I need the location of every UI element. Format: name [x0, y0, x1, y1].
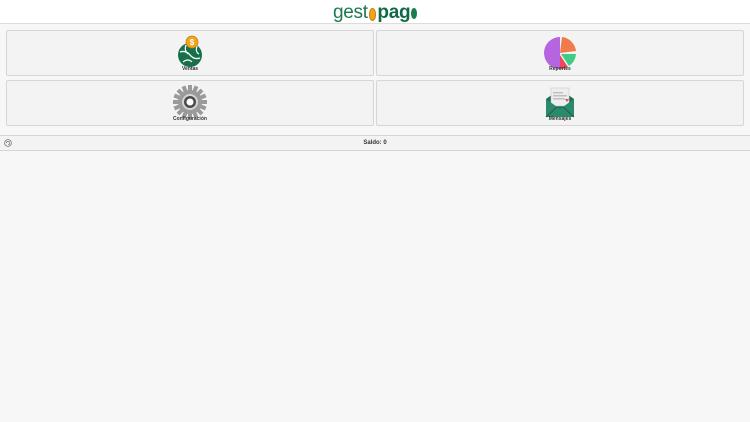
pie-chart-icon	[544, 37, 576, 70]
logo-text-pag: pag	[377, 1, 411, 23]
logo-text-gest: gest	[333, 1, 368, 23]
svg-text:$: $	[190, 38, 195, 47]
tile-mensajes[interactable]: Mensajes	[376, 80, 744, 126]
logo-coin-icon	[368, 7, 377, 21]
tile-label-reportes: Reportes	[549, 66, 571, 72]
gear-icon	[173, 85, 207, 119]
tile-label-configuracion: Configuración	[173, 116, 207, 122]
globe-coin-icon: $	[178, 35, 202, 67]
tile-label-ventas: Ventas	[181, 66, 199, 72]
app-header: gest pag	[0, 0, 750, 24]
tile-reportes[interactable]: Reportes	[376, 30, 744, 76]
gestopago-logo: gest pag	[333, 1, 417, 23]
logo-leaf-icon	[411, 7, 417, 19]
tile-ventas[interactable]: $ Ventas	[6, 30, 374, 76]
tile-label-mensajes: Mensajes	[548, 116, 572, 122]
saldo-text: Saldo: 0	[363, 140, 387, 146]
saldo-bar: Saldo: 0	[0, 135, 750, 151]
tile-configuracion[interactable]: Configuración	[6, 80, 374, 126]
envelope-icon	[545, 87, 575, 118]
